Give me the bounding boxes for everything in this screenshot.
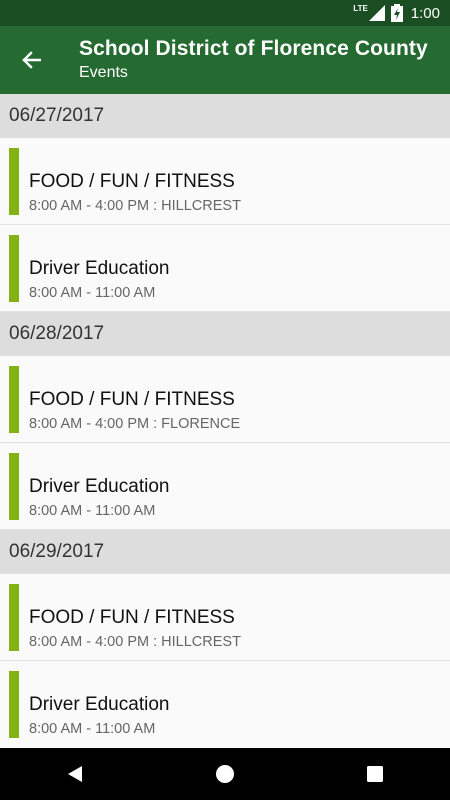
- app-bar-titles: School District of Florence County Event…: [79, 36, 428, 84]
- signal-icon: [368, 5, 385, 21]
- network-type: LTE: [353, 4, 368, 13]
- event-detail: 8:00 AM - 4:00 PM : HILLCREST: [29, 198, 241, 214]
- event-accent-bar: [9, 366, 19, 433]
- event-accent-bar: [9, 148, 19, 215]
- nav-home-button[interactable]: [195, 748, 255, 800]
- event-detail: 8:00 AM - 4:00 PM : FLORENCE: [29, 416, 241, 432]
- event-detail: 8:00 AM - 11:00 AM: [29, 285, 156, 301]
- triangle-back-icon: [68, 766, 82, 782]
- status-bar: LTE 1:00: [0, 0, 450, 26]
- event-name: FOOD / FUN / FITNESS: [29, 607, 235, 628]
- event-item[interactable]: Driver Education 8:00 AM - 11:00 AM: [0, 443, 450, 530]
- event-item[interactable]: Driver Education 8:00 AM - 11:00 AM: [0, 661, 450, 748]
- page-title: School District of Florence County: [79, 37, 428, 60]
- clock: 1:00: [410, 4, 440, 22]
- page-subtitle: Events: [79, 64, 128, 81]
- event-name: FOOD / FUN / FITNESS: [29, 171, 235, 192]
- event-item[interactable]: FOOD / FUN / FITNESS 8:00 AM - 4:00 PM :…: [0, 574, 450, 661]
- event-name: Driver Education: [29, 694, 170, 715]
- event-detail: 8:00 AM - 4:00 PM : HILLCREST: [29, 634, 241, 650]
- event-detail: 8:00 AM - 11:00 AM: [29, 503, 156, 519]
- circle-home-icon: [216, 765, 234, 783]
- arrow-left-icon: [22, 51, 41, 69]
- nav-recents-button[interactable]: [345, 748, 405, 800]
- event-detail: 8:00 AM - 11:00 AM: [29, 721, 156, 737]
- event-name: FOOD / FUN / FITNESS: [29, 389, 235, 410]
- event-accent-bar: [9, 671, 19, 738]
- app-bar: School District of Florence County Event…: [0, 26, 450, 94]
- date-header: 06/27/2017: [0, 94, 450, 138]
- event-accent-bar: [9, 453, 19, 520]
- nav-back-button[interactable]: [45, 748, 105, 800]
- event-item[interactable]: FOOD / FUN / FITNESS 8:00 AM - 4:00 PM :…: [0, 138, 450, 225]
- events-list[interactable]: 06/27/2017 FOOD / FUN / FITNESS 8:00 AM …: [0, 94, 450, 748]
- date-header: 06/29/2017: [0, 530, 450, 574]
- event-item[interactable]: FOOD / FUN / FITNESS 8:00 AM - 4:00 PM :…: [0, 356, 450, 443]
- event-accent-bar: [9, 584, 19, 651]
- event-name: Driver Education: [29, 476, 170, 497]
- event-accent-bar: [9, 235, 19, 302]
- battery-charging-icon: [390, 4, 403, 22]
- event-name: Driver Education: [29, 258, 170, 279]
- square-recents-icon: [367, 766, 383, 782]
- back-button[interactable]: [0, 26, 62, 94]
- event-item[interactable]: Driver Education 8:00 AM - 11:00 AM: [0, 225, 450, 312]
- system-nav-bar: [0, 748, 450, 800]
- date-header: 06/28/2017: [0, 312, 450, 356]
